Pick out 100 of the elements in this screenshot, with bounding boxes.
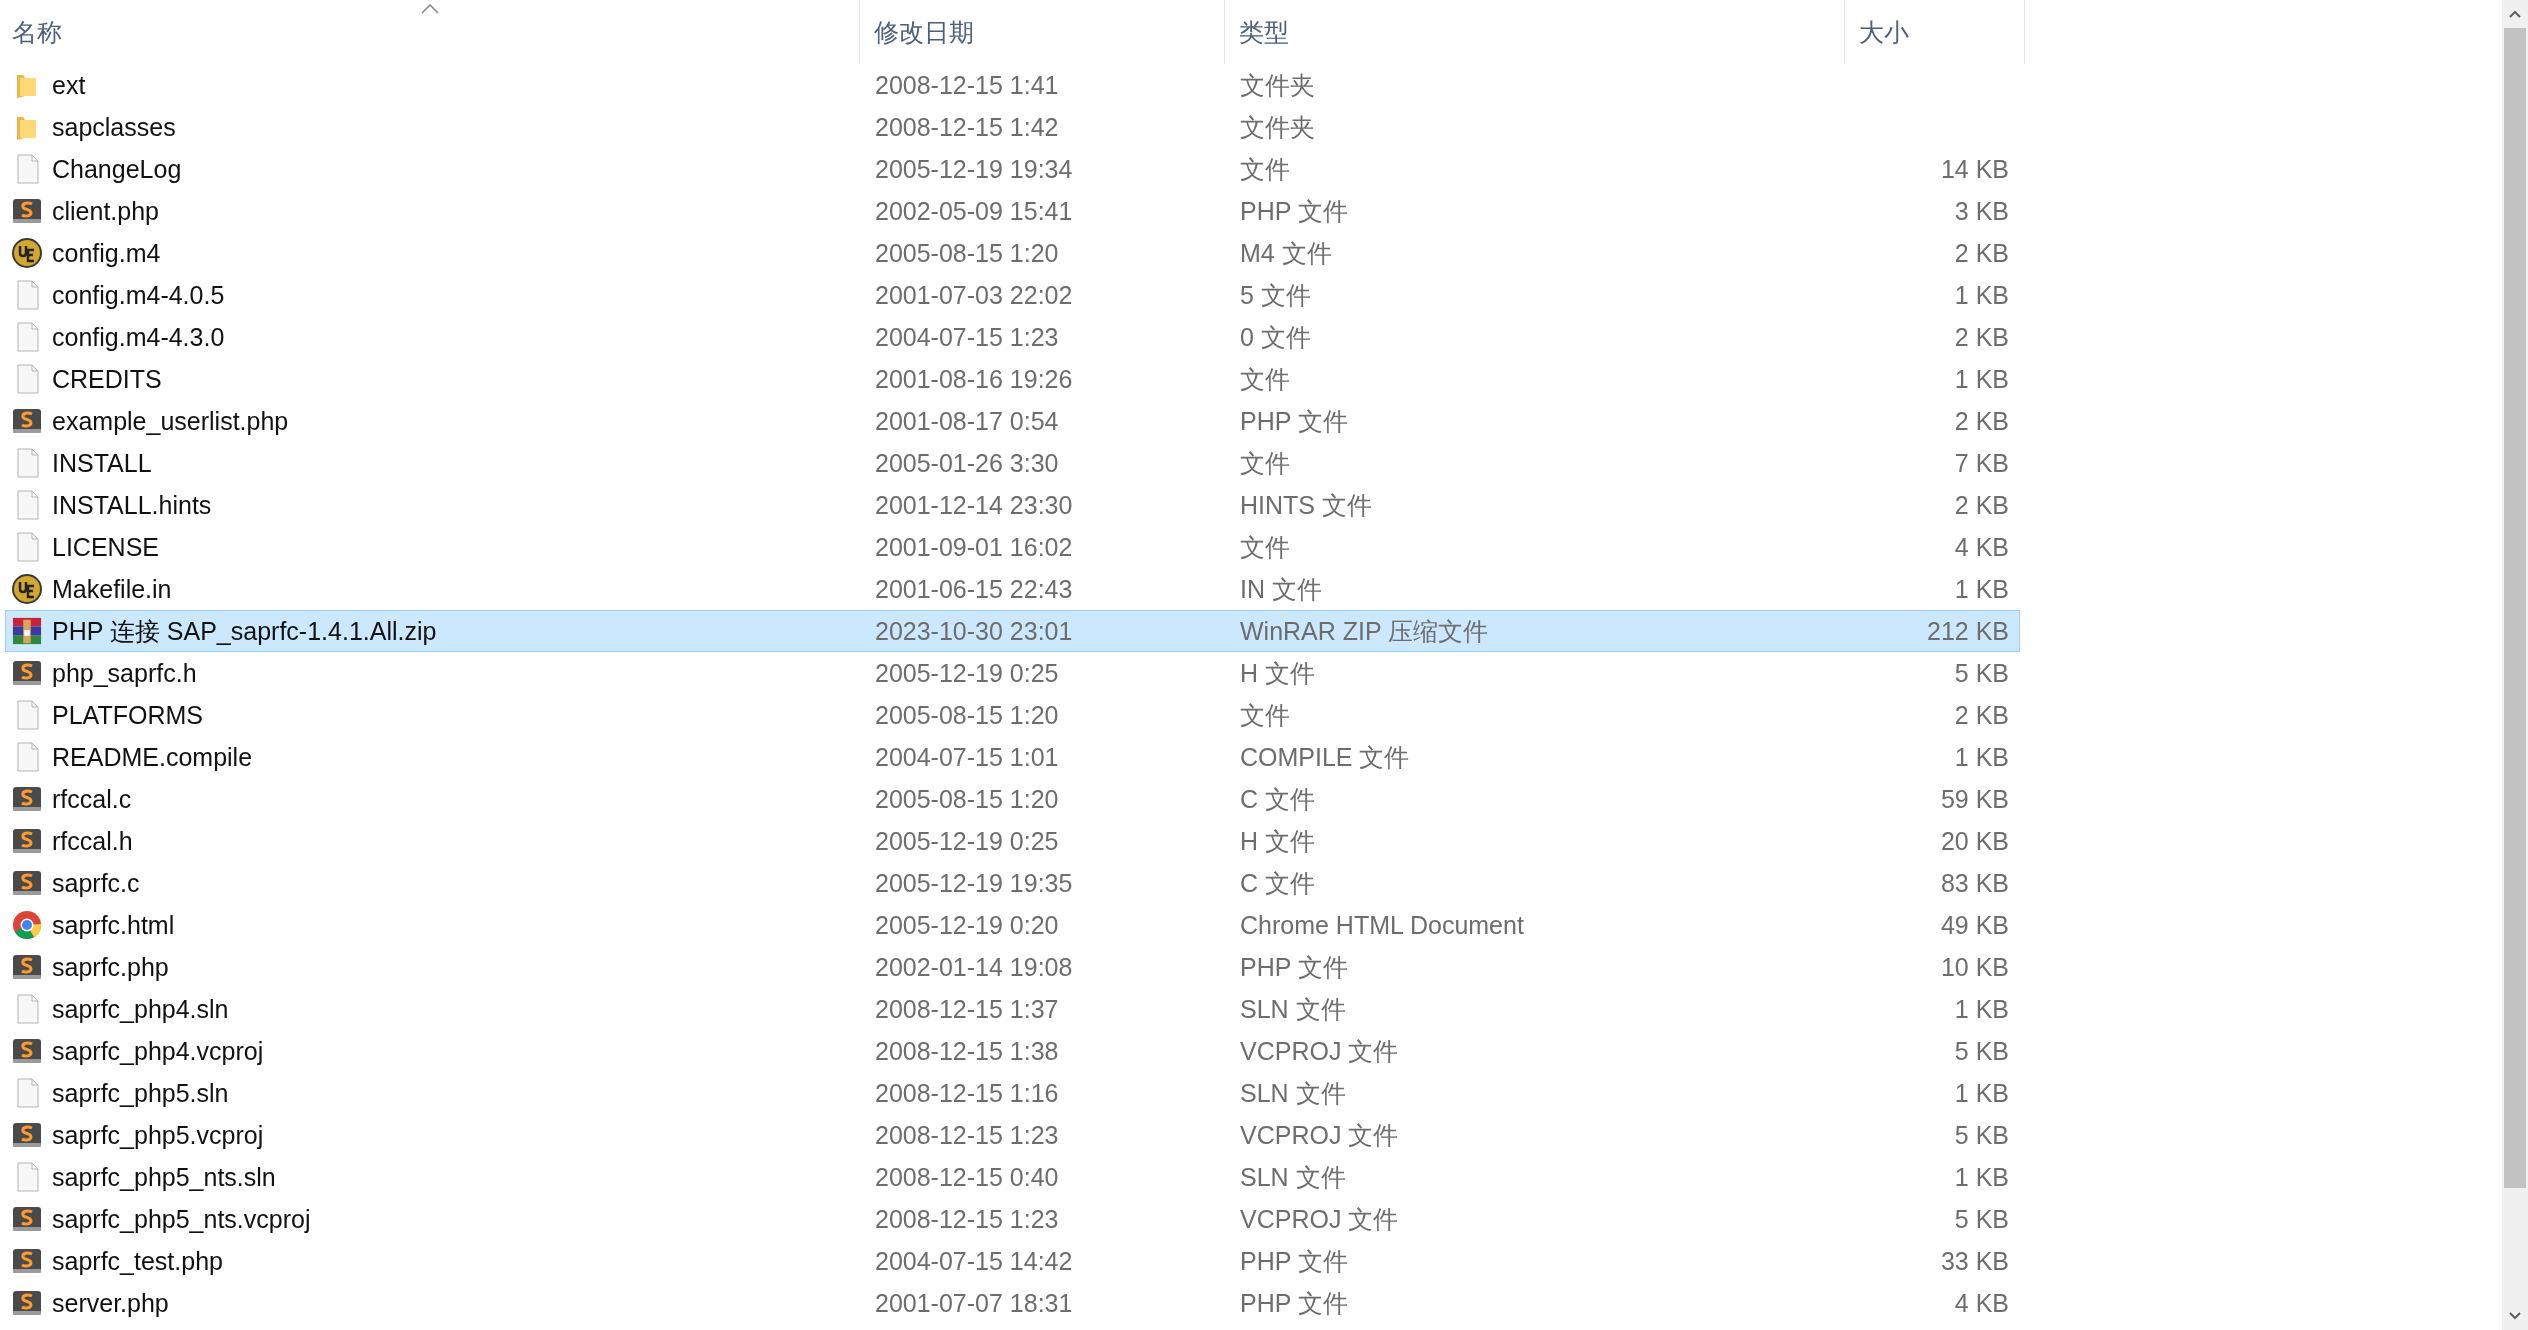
letter-badge-icon (12, 574, 42, 604)
modified-date: 2005-08-15 1:20 (875, 700, 1059, 730)
column-header[interactable]: 名称 (12, 15, 62, 49)
file-size: 49 KB (1940, 910, 2009, 940)
file-row[interactable]: saprfc_php5_nts.sln 2008-12-15 0:40 SLN 文件 1 KB (5, 1156, 2020, 1198)
modified-date: 2008-12-15 1:41 (875, 70, 1059, 100)
file-type: SLN 文件 (1240, 1077, 1346, 1109)
file-size: 10 KB (1940, 952, 2009, 982)
file-type: VCPROJ 文件 (1240, 1119, 1399, 1151)
modified-date: 2001-08-16 19:26 (875, 364, 1073, 394)
code-file-icon (12, 868, 42, 898)
file-size: 5 KB (1954, 1120, 2009, 1150)
file-type: C 文件 (1240, 867, 1315, 899)
file-name: config.m4-4.0.5 (52, 280, 225, 310)
modified-date: 2008-12-15 1:23 (875, 1204, 1059, 1234)
modified-date: 2008-12-15 1:42 (875, 112, 1059, 142)
modified-date: 2001-07-07 18:31 (875, 1288, 1073, 1318)
file-type: PHP 文件 (1240, 195, 1348, 227)
file-row[interactable]: PHP 连接 SAP_saprfc-1.4.1.All.zip 2023-10-30 23:01 WinRAR ZIP 压缩文件 212 KB (5, 610, 2020, 652)
file-row[interactable]: client.php 2002-05-09 15:41 PHP 文件 3 KB (5, 190, 2020, 232)
column-header[interactable]: 修改日期 (874, 15, 974, 49)
file-row[interactable]: php_saprfc.h 2005-12-19 0:25 H 文件 5 KB (5, 652, 2020, 694)
archive-books-icon (12, 616, 42, 646)
file-size: 2 KB (1954, 490, 2009, 520)
file-row[interactable]: saprfc_php5.vcproj 2008-12-15 1:23 VCPROJ 文件 5 KB (5, 1114, 2020, 1156)
file-type: 文件 (1240, 447, 1290, 479)
file-name: saprfc_php4.vcproj (52, 1036, 264, 1066)
file-name: LICENSE (52, 532, 159, 562)
scrollbar-track[interactable] (2502, 0, 2528, 1330)
file-row[interactable]: INSTALL 2005-01-26 3:30 文件 7 KB (5, 442, 2020, 484)
file-size: 5 KB (1954, 1204, 2009, 1234)
file-name: saprfc_php5_nts.sln (52, 1162, 276, 1192)
file-row[interactable]: saprfc.php 2002-01-14 19:08 PHP 文件 10 KB (5, 946, 2020, 988)
file-row[interactable]: sapclasses 2008-12-15 1:42 文件夹 (5, 106, 2020, 148)
file-name: saprfc_php5.vcproj (52, 1120, 264, 1150)
modified-date: 2005-12-19 19:34 (875, 154, 1073, 184)
modified-date: 2005-12-19 0:25 (875, 826, 1059, 856)
modified-date: 2008-12-15 1:23 (875, 1120, 1059, 1150)
modified-date: 2008-12-15 1:38 (875, 1036, 1059, 1066)
file-row[interactable]: ChangeLog 2005-12-19 19:34 文件 14 KB (5, 148, 2020, 190)
file-type: HINTS 文件 (1240, 489, 1372, 521)
file-row[interactable]: saprfc_test.php 2004-07-15 14:42 PHP 文件 33 KB (5, 1240, 2020, 1282)
file-row[interactable]: saprfc_php5.sln 2008-12-15 1:16 SLN 文件 1 KB (5, 1072, 2020, 1114)
file-type: PHP 文件 (1240, 1245, 1348, 1277)
file-row[interactable]: server.php 2001-07-07 18:31 PHP 文件 4 KB (5, 1282, 2020, 1324)
modified-date: 2004-07-15 14:42 (875, 1246, 1073, 1276)
file-type: SLN 文件 (1240, 993, 1346, 1025)
file-row[interactable]: INSTALL.hints 2001-12-14 23:30 HINTS 文件 2 KB (5, 484, 2020, 526)
file-row[interactable]: README.compile 2004-07-15 1:01 COMPILE 文件 1 KB (5, 736, 2020, 778)
file-name: PHP 连接 SAP_saprfc-1.4.1.All.zip (52, 615, 437, 647)
file-row[interactable]: Makefile.in 2001-06-15 22:43 IN 文件 1 KB (5, 568, 2020, 610)
file-row[interactable]: saprfc.c 2005-12-19 19:35 C 文件 83 KB (5, 862, 2020, 904)
modified-date: 2005-12-19 0:20 (875, 910, 1059, 940)
file-row[interactable]: PLATFORMS 2005-08-15 1:20 文件 2 KB (5, 694, 2020, 736)
modified-date: 2005-08-15 1:20 (875, 238, 1059, 268)
modified-date: 2002-01-14 19:08 (875, 952, 1073, 982)
file-name: saprfc_test.php (52, 1246, 223, 1276)
file-type: H 文件 (1240, 657, 1315, 689)
file-type: 文件夹 (1240, 111, 1315, 143)
modified-date: 2004-07-15 1:23 (875, 322, 1059, 352)
file-type: VCPROJ 文件 (1240, 1203, 1399, 1235)
file-row[interactable]: config.m4-4.3.0 2004-07-15 1:23 0 文件 2 KB (5, 316, 2020, 358)
scrollbar-thumb[interactable] (2504, 28, 2526, 1188)
file-row[interactable]: saprfc_php5_nts.vcproj 2008-12-15 1:23 VCPROJ 文件 5 KB (5, 1198, 2020, 1240)
file-type: IN 文件 (1240, 573, 1322, 605)
file-type: 文件 (1240, 531, 1290, 563)
file-name: saprfc_php5_nts.vcproj (52, 1204, 311, 1234)
file-row[interactable]: saprfc_php4.vcproj 2008-12-15 1:38 VCPROJ 文件 5 KB (5, 1030, 2020, 1072)
file-type: SLN 文件 (1240, 1161, 1346, 1193)
file-row[interactable]: example_userlist.php 2001-08-17 0:54 PHP 文件 2 KB (5, 400, 2020, 442)
file-size: 1 KB (1954, 574, 2009, 604)
file-size: 2 KB (1954, 322, 2009, 352)
file-name: saprfc.c (52, 868, 140, 898)
modified-date: 2001-07-03 22:02 (875, 280, 1073, 310)
column-header[interactable]: 大小 (1859, 15, 1909, 49)
column-header[interactable]: 类型 (1239, 15, 1289, 49)
file-size: 14 KB (1940, 154, 2009, 184)
code-file-icon (12, 826, 42, 856)
file-row[interactable]: rfccal.c 2005-08-15 1:20 C 文件 59 KB (5, 778, 2020, 820)
file-name: rfccal.h (52, 826, 133, 856)
file-row[interactable]: rfccal.h 2005-12-19 0:25 H 文件 20 KB (5, 820, 2020, 862)
file-size: 5 KB (1954, 1036, 2009, 1066)
file-size: 83 KB (1940, 868, 2009, 898)
file-name: client.php (52, 196, 160, 226)
file-row[interactable]: CREDITS 2001-08-16 19:26 文件 1 KB (5, 358, 2020, 400)
file-name: sapclasses (52, 112, 176, 142)
code-file-icon (12, 196, 42, 226)
file-row[interactable]: ext 2008-12-15 1:41 文件夹 (5, 64, 2020, 106)
modified-date: 2005-01-26 3:30 (875, 448, 1059, 478)
file-row[interactable]: config.m4 2005-08-15 1:20 M4 文件 2 KB (5, 232, 2020, 274)
modified-date: 2008-12-15 0:40 (875, 1162, 1059, 1192)
file-row[interactable]: LICENSE 2001-09-01 16:02 文件 4 KB (5, 526, 2020, 568)
file-row[interactable]: saprfc.html 2005-12-19 0:20 Chrome HTML Document 49 KB (5, 904, 2020, 946)
file-name: config.m4 (52, 238, 161, 268)
file-name: saprfc.php (52, 952, 169, 982)
file-row[interactable]: config.m4-4.0.5 2001-07-03 22:02 5 文件 1 KB (5, 274, 2020, 316)
code-file-icon (12, 406, 42, 436)
file-type: PHP 文件 (1240, 405, 1348, 437)
file-name: README.compile (52, 742, 253, 772)
file-row[interactable]: saprfc_php4.sln 2008-12-15 1:37 SLN 文件 1 KB (5, 988, 2020, 1030)
